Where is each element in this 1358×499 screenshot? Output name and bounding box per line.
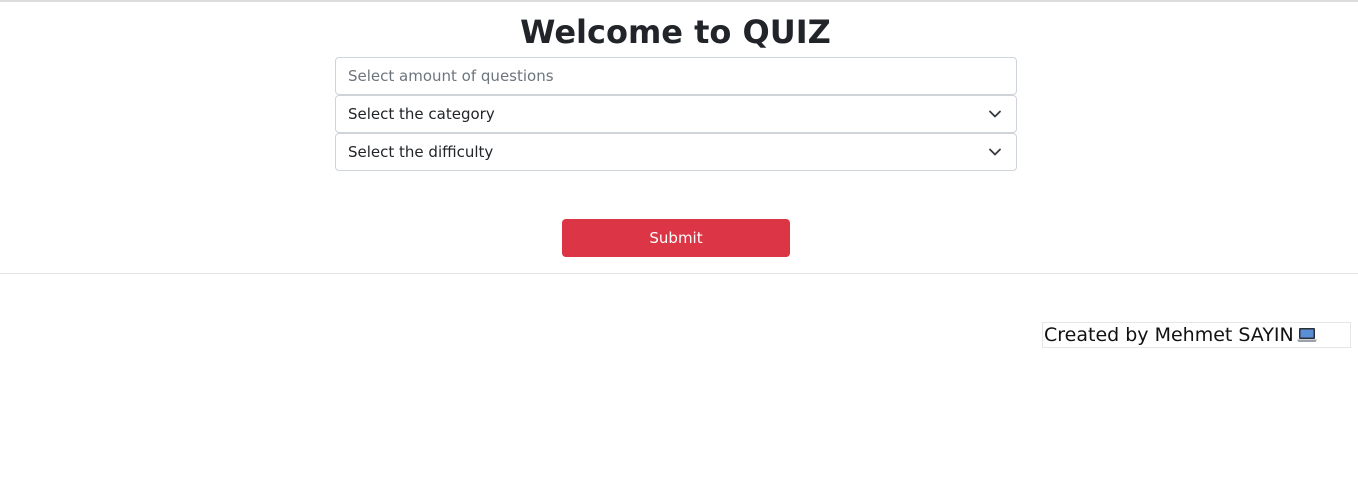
credit-text: Created by Mehmet SAYIN [1044, 324, 1294, 346]
section-divider [0, 273, 1358, 274]
submit-button[interactable]: Submit [562, 219, 790, 257]
category-select-label: Select the category [348, 105, 495, 123]
chevron-down-icon [988, 107, 1002, 121]
difficulty-select[interactable]: Select the difficulty [335, 133, 1017, 171]
top-divider [0, 0, 1358, 2]
amount-input[interactable] [335, 57, 1017, 95]
difficulty-select-label: Select the difficulty [348, 143, 494, 161]
page-title: Welcome to QUIZ [520, 13, 831, 51]
chevron-down-icon [988, 145, 1002, 159]
category-select[interactable]: Select the category [335, 95, 1017, 133]
credit-box: Created by Mehmet SAYIN [1042, 322, 1351, 348]
laptop-icon [1296, 327, 1318, 343]
